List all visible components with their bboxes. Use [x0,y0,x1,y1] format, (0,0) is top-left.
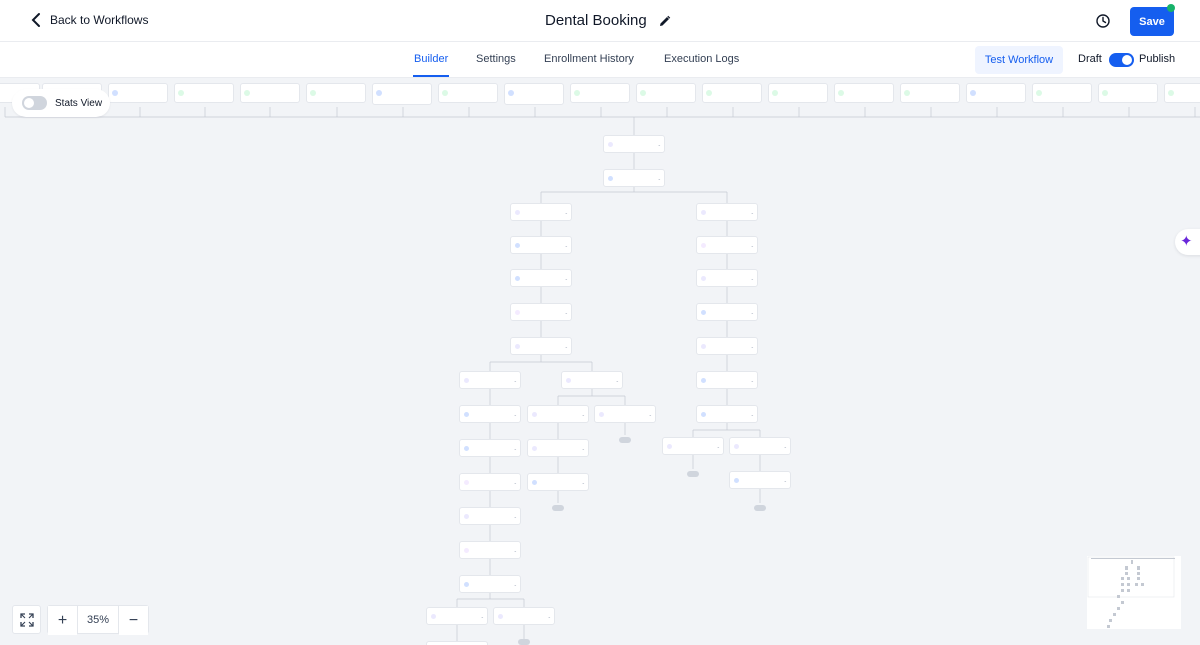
workflow-step-node[interactable]: ⌄ [696,337,758,355]
workflow-step-node[interactable]: ⌄ [527,405,589,423]
trigger-node[interactable] [966,83,1026,103]
plus-icon: + [57,611,68,629]
trigger-node[interactable] [636,83,696,103]
workflow-step-node[interactable]: ⌄ [527,439,589,457]
publish-label: Publish [1139,53,1176,65]
zoom-level: 35% [77,606,119,633]
trigger-node[interactable] [306,83,366,103]
sparkle-icon: ✦ [1180,233,1193,250]
workflow-step-node[interactable]: ⌄ [459,439,521,457]
trigger-node[interactable] [174,83,234,103]
zoom-controls: + 35% − [12,605,149,635]
stats-view-label: Stats View [55,97,103,109]
workflow-canvas[interactable]: ⌄ ⌄ ⌄ ⌄ ⌄ ⌄ ⌄ ⌄ ⌄ ⌄ ⌄ ⌄ ⌄ ⌄ ⌄ ⌄ ⌄ ⌄ ⌄ ⌄ … [0,79,1200,645]
trigger-node[interactable] [1164,83,1200,103]
draft-label: Draft [1078,53,1102,65]
trigger-node[interactable] [108,83,168,103]
chevron-left-icon [31,13,40,27]
trigger-node[interactable] [438,83,498,103]
workflow-title: Dental Booking [545,12,647,29]
workflow-step-node[interactable]: ⌄ [696,236,758,254]
tab-builder[interactable]: Builder [414,53,448,65]
tab-execution-logs[interactable]: Execution Logs [664,53,739,65]
workflow-step-node[interactable]: ⌄ [493,607,555,625]
end-marker [687,471,699,477]
trigger-node[interactable] [1032,83,1092,103]
active-tab-indicator [413,75,449,77]
end-marker [518,639,530,645]
workflow-step-node[interactable]: ⌄ [696,203,758,221]
minimap-preview [1087,556,1175,628]
test-workflow-button[interactable]: Test Workflow [975,46,1063,74]
trigger-node[interactable] [702,83,762,103]
end-marker [552,505,564,511]
workflow-step-node[interactable]: ⌄ [696,303,758,321]
expand-icon [19,612,34,627]
workflow-step-node[interactable]: ⌄ [459,371,521,389]
connector-lines [4,107,1200,641]
minus-icon: − [128,611,139,629]
workflow-step-node[interactable]: ⌄ [561,371,623,389]
pencil-icon[interactable] [659,15,671,27]
minimap[interactable] [1086,555,1182,630]
tab-settings[interactable]: Settings [476,53,516,65]
trigger-node[interactable] [834,83,894,103]
workflow-step-node[interactable]: ⌄ [510,269,572,287]
workflow-step-node[interactable]: ⌄ [729,471,791,489]
workflow-step-node[interactable] [426,641,488,645]
workflow-step-node[interactable]: ⌄ [662,437,724,455]
trigger-node[interactable] [900,83,960,103]
publish-toggle[interactable] [1109,53,1134,67]
workflow-step-node[interactable]: ⌄ [459,575,521,593]
trigger-node[interactable] [504,83,564,105]
ai-assistant-button[interactable]: ✦ [1175,229,1200,255]
workflow-step-node[interactable]: ⌄ [510,337,572,355]
save-button[interactable]: Save [1130,7,1174,36]
workflow-step-node[interactable]: ⌄ [696,405,758,423]
workflow-step-node[interactable]: ⌄ [729,437,791,455]
workflow-step-node[interactable]: ⌄ [696,371,758,389]
trigger-node[interactable] [240,83,300,103]
history-icon[interactable] [1095,13,1111,29]
workflow-step-node[interactable]: ⌄ [510,203,572,221]
workflow-step-node[interactable]: ⌄ [459,541,521,559]
workflow-step-node[interactable]: ⌄ [603,135,665,153]
back-to-workflows-link[interactable]: Back to Workflows [30,12,148,28]
workflow-step-node[interactable]: ⌄ [426,607,488,625]
tab-enrollment-history[interactable]: Enrollment History [544,53,634,65]
workflow-step-node[interactable]: ⌄ [603,169,665,187]
zoom-in-button[interactable]: + [48,606,77,635]
back-label: Back to Workflows [50,13,149,27]
workflow-step-node[interactable]: ⌄ [696,269,758,287]
stats-view-toggle[interactable] [22,96,47,110]
workflow-step-node[interactable]: ⌄ [510,303,572,321]
workflow-step-node[interactable]: ⌄ [459,507,521,525]
trigger-node[interactable] [570,83,630,103]
workflow-step-node[interactable]: ⌄ [594,405,656,423]
fit-view-button[interactable] [12,605,41,634]
workflow-step-node[interactable]: ⌄ [510,236,572,254]
trigger-node[interactable] [1098,83,1158,103]
trigger-node[interactable] [372,83,432,105]
workflow-step-node[interactable]: ⌄ [459,473,521,491]
stats-view-control[interactable]: Stats View [12,89,110,117]
workflow-step-node[interactable]: ⌄ [459,405,521,423]
trigger-node[interactable] [768,83,828,103]
zoom-out-button[interactable]: − [119,606,148,635]
top-header: Back to Workflows Dental Booking Save [0,0,1200,42]
status-dot [1167,4,1175,12]
end-marker [754,505,766,511]
end-marker [619,437,631,443]
workflow-step-node[interactable]: ⌄ [527,473,589,491]
tabs-bar: Builder Settings Enrollment History Exec… [0,42,1200,78]
